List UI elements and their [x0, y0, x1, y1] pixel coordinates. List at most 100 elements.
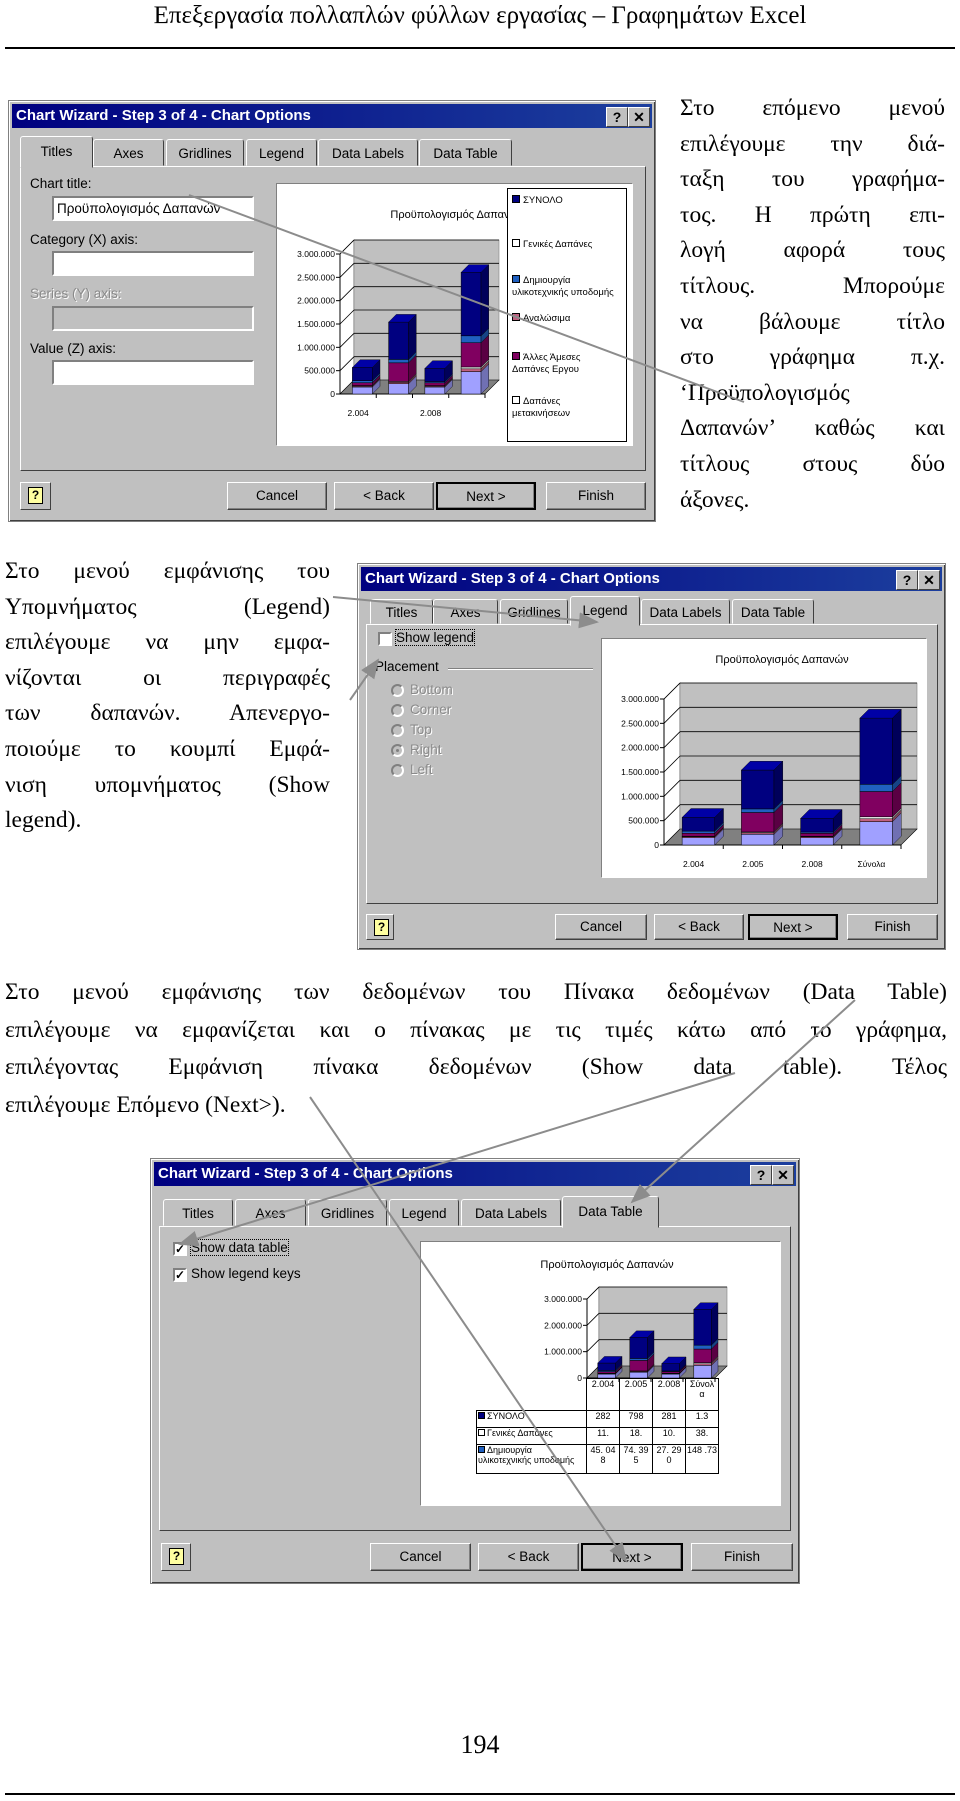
bar-segment: [741, 769, 775, 810]
tab-titles[interactable]: Titles: [20, 136, 93, 168]
tab-data-labels[interactable]: Data Labels: [461, 1199, 561, 1226]
cancel-button[interactable]: Cancel: [370, 1543, 471, 1571]
field-label: Category (X) axis:: [30, 232, 139, 247]
tab-legend[interactable]: Legend: [246, 139, 317, 166]
back-button[interactable]: < Back: [478, 1543, 579, 1571]
bar-segment: [800, 837, 834, 846]
placement-radio-corner[interactable]: [391, 704, 404, 717]
text-line: επιλέγουμε να εμφανίζεται και ο πίνακας …: [5, 1016, 947, 1043]
help-button[interactable]: ?: [366, 914, 394, 940]
bar-segment: [460, 368, 482, 372]
help-title-button[interactable]: ?: [606, 107, 628, 127]
tab-data-table[interactable]: Data Table: [732, 599, 814, 624]
show-data-table-checkbox[interactable]: ✓: [173, 1242, 187, 1256]
y-tick-label: 3.000.000: [621, 694, 659, 704]
text-line: ποιούμε το κουμπί Εμφά-: [5, 735, 330, 762]
show-legend-label[interactable]: Show legend: [394, 629, 476, 646]
show-legend-keys-label[interactable]: Show legend keys: [191, 1266, 301, 1281]
dialog-title: Chart Wizard - Step 3 of 4 - Chart Optio…: [365, 570, 660, 587]
tab-titles[interactable]: Titles: [163, 1199, 233, 1226]
help-button[interactable]: ?: [20, 482, 51, 510]
legend-label: Δαπάνες μετακινήσεων: [512, 396, 570, 419]
placement-radio-left[interactable]: [391, 764, 404, 777]
category-axis-input[interactable]: [52, 251, 254, 276]
data-table-header-cell: 2.008: [652, 1378, 686, 1411]
cancel-button[interactable]: Cancel: [555, 914, 647, 940]
tab-data-table[interactable]: Data Table: [419, 139, 512, 166]
bar-segment: [388, 383, 409, 395]
chart-wizard-dialog: Chart Wizard - Step 3 of 4 - Chart Optio…: [8, 100, 656, 522]
legend-item: Άλλες Άμεσες Δαπάνες Εργου: [512, 352, 617, 376]
bar-segment: [352, 386, 373, 395]
data-table-cell: 10.: [652, 1427, 686, 1445]
text-line: των δαπανών. Απενεργο-: [5, 700, 330, 727]
tab-titles[interactable]: Titles: [370, 599, 433, 624]
data-table-cell: 1.3: [684, 1410, 720, 1428]
field-label: Chart title:: [30, 176, 92, 191]
chart-preview: Προϋπολογισμός Δαπανών 0 500.000 1.000.000 1…: [601, 638, 927, 878]
data-table-header-cell: Σύνολ α: [684, 1378, 720, 1411]
placement-option-label: Left: [410, 762, 433, 777]
tab-data-table[interactable]: Data Table: [562, 1196, 659, 1228]
text-line: Δαπανών’ καθώς και: [680, 415, 945, 442]
tab-legend[interactable]: Legend: [570, 596, 640, 626]
tab-gridlines[interactable]: Gridlines: [166, 139, 244, 166]
field-label: Series (Y) axis:: [30, 286, 122, 301]
bar-segment: [388, 359, 409, 364]
chart-title-input[interactable]: Προϋπολογισμός Δαπανών: [52, 196, 254, 221]
show-legend-checkbox[interactable]: [378, 632, 392, 646]
back-button[interactable]: < Back: [334, 482, 434, 510]
placement-radio-top[interactable]: [391, 724, 404, 737]
finish-button[interactable]: Finish: [546, 482, 646, 510]
back-button[interactable]: < Back: [654, 914, 744, 940]
x-tick-label: 2.005: [742, 859, 764, 869]
data-table-row-label: Δημιουργία υλικοτεχνικής υποδομής: [475, 1444, 588, 1474]
close-button[interactable]: ✕: [918, 570, 940, 590]
preview-chart: Προϋπολογισμός Δαπανών 0 500.000 1.000.000 1…: [621, 654, 918, 869]
placement-option-label: Right: [410, 742, 442, 757]
tab-data-labels[interactable]: Data Labels: [318, 139, 418, 166]
text-line: Στο επόμενο μενού: [680, 95, 945, 121]
close-button[interactable]: ✕: [772, 1165, 794, 1185]
show-data-table-label[interactable]: Show data table: [190, 1239, 289, 1256]
value-axis-input[interactable]: [52, 360, 254, 385]
tab-axes[interactable]: Axes: [433, 599, 498, 624]
close-button[interactable]: ✕: [628, 107, 650, 127]
text-line: Στο μενού εμφάνισης του: [5, 558, 330, 584]
finish-button[interactable]: Finish: [847, 914, 938, 940]
placement-radio-bottom[interactable]: [391, 684, 404, 697]
tab-legend[interactable]: Legend: [389, 1199, 459, 1226]
placement-radio-right[interactable]: [391, 744, 404, 757]
running-header: Επεξεργασία πολλαπλών φύλλων εργασίας – …: [153, 2, 807, 29]
cancel-button[interactable]: Cancel: [227, 482, 327, 510]
chart-legend: ΣΥΝΟΛΟ Γενικές Δαπάνες Δημιουργία υλικοτεχ…: [507, 188, 627, 442]
finish-button[interactable]: Finish: [691, 1543, 793, 1571]
chart-title: Προϋπολογισμός Δαπανών: [715, 654, 849, 666]
bar-segment: [352, 380, 373, 384]
text-line: τος. Η πρώτη επι-: [680, 201, 945, 228]
next-button[interactable]: Next >: [581, 1543, 683, 1571]
tab-axes[interactable]: Axes: [235, 1199, 306, 1226]
help-icon: ?: [169, 1548, 184, 1565]
next-button[interactable]: Next >: [748, 914, 838, 940]
help-title-button[interactable]: ?: [896, 570, 918, 590]
tab-gridlines[interactable]: Gridlines: [308, 1199, 387, 1226]
help-title-button[interactable]: ?: [750, 1165, 772, 1185]
tab-axes[interactable]: Axes: [93, 139, 164, 166]
y-tick-label: 1.500.000: [621, 767, 659, 777]
legend-swatch: [512, 396, 520, 404]
help-button[interactable]: ?: [161, 1543, 191, 1571]
next-button[interactable]: Next >: [436, 482, 536, 510]
y-tick-label: 500.000: [628, 816, 659, 826]
title-bar: Chart Wizard - Step 3 of 4 - Chart Optio…: [154, 1162, 796, 1186]
bar-segment: [693, 1309, 712, 1346]
placement-option-label: Bottom: [410, 682, 453, 697]
show-legend-keys-checkbox[interactable]: ✓: [173, 1268, 187, 1282]
data-table-cell: 798: [619, 1410, 653, 1428]
tab-data-labels[interactable]: Data Labels: [641, 599, 730, 624]
placement-label: Placement: [375, 659, 439, 674]
tab-gridlines[interactable]: Gridlines: [500, 599, 568, 624]
legend-item: Αναλώσιμα: [512, 313, 617, 325]
series-axis-input: [52, 306, 254, 331]
data-table-cell: 148 .73: [684, 1444, 720, 1474]
